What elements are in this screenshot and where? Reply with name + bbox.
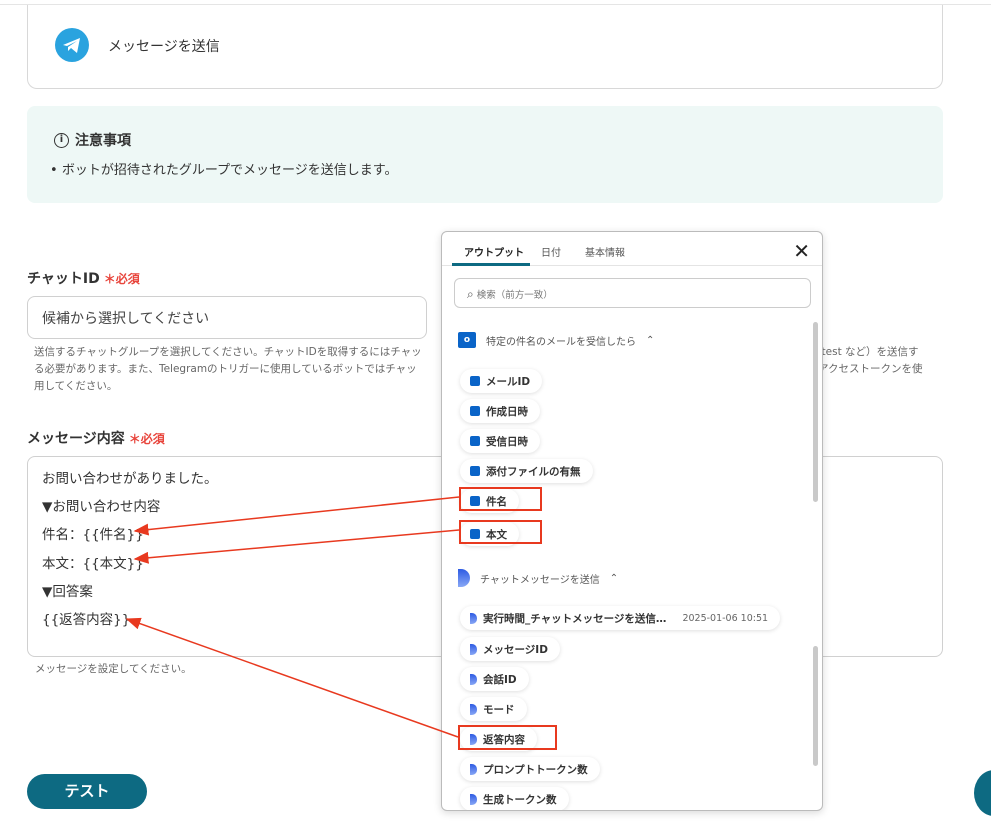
section-title: チャットメッセージを送信 <box>480 574 600 586</box>
chip-value: 2025-01-06 10:51 <box>682 612 769 624</box>
chevron-up-icon: ⌃ <box>609 572 619 584</box>
search-icon: ⌕ <box>467 287 474 301</box>
help-line: アクセストークンを使 <box>818 363 923 375</box>
close-icon[interactable]: ✕ <box>793 239 810 263</box>
output-chip[interactable]: 添付ファイルの有無 <box>460 459 593 483</box>
message-label: メッセージ内容 ＊必須 <box>27 428 165 448</box>
chip-label: 生成トークン数 <box>483 793 557 806</box>
info-icon: i <box>54 132 69 148</box>
output-chip[interactable]: メールID <box>460 369 543 393</box>
test-button[interactable]: テスト <box>27 774 147 809</box>
chip-label: 受信日時 <box>486 435 528 448</box>
outlook-icon <box>470 466 480 476</box>
output-chip[interactable]: 生成トークン数 <box>460 787 569 810</box>
message-label-text: メッセージ内容 <box>27 431 125 447</box>
notice-box <box>27 106 943 203</box>
output-chip[interactable]: 会話ID <box>460 667 529 691</box>
chip-label: モード <box>483 703 515 716</box>
telegram-icon <box>55 28 89 62</box>
required-text: 必須 <box>140 432 165 446</box>
chat-support-button[interactable] <box>974 770 991 816</box>
highlight-box <box>459 520 542 544</box>
chat-id-label-text: チャットID <box>27 271 100 287</box>
tab-output[interactable]: アウトプット <box>464 244 524 259</box>
yoom-ai-icon <box>458 569 470 587</box>
output-chip[interactable]: メッセージID <box>460 637 560 661</box>
chip-label: 実行時間_チャットメッセージを送信… <box>483 612 667 625</box>
yoom-ai-icon <box>470 612 477 624</box>
yoom-ai-icon <box>470 703 477 715</box>
chip-label: メッセージID <box>483 643 548 656</box>
notice-title: i 注意事項 <box>54 130 131 150</box>
chat-id-select[interactable]: 候補から選択してください <box>27 296 427 339</box>
yoom-ai-icon <box>470 763 477 775</box>
required-badge: ＊必須 <box>103 272 140 286</box>
message-help: メッセージを設定してください。 <box>35 663 192 675</box>
highlight-box <box>459 487 542 511</box>
notice-item-text: ボットが招待されたグループでメッセージを送信します。 <box>61 163 398 178</box>
help-line: 送信するチャットグループを選択してください。チャットIDを取得するにはチャッ <box>34 346 422 358</box>
outlook-icon <box>470 376 480 386</box>
scrollbar[interactable] <box>813 646 818 766</box>
chip-label: 添付ファイルの有無 <box>486 465 581 478</box>
panel-tabs: アウトプット 日付 基本情報 ✕ <box>442 232 822 266</box>
outlook-icon <box>470 406 480 416</box>
tab-date[interactable]: 日付 <box>541 244 561 259</box>
section-title: 特定の件名のメールを受信したら <box>486 336 636 348</box>
output-chip[interactable]: 作成日時 <box>460 399 540 423</box>
required-badge: ＊必須 <box>128 432 165 446</box>
output-chip[interactable]: 実行時間_チャットメッセージを送信… 2025-01-06 10:51 <box>460 606 781 630</box>
chevron-up-icon: ⌃ <box>646 334 655 346</box>
notice-item: • ボットが招待されたグループでメッセージを送信します。 <box>50 163 398 178</box>
output-chip[interactable]: 受信日時 <box>460 429 540 453</box>
required-text: 必須 <box>115 272 140 286</box>
output-chip[interactable]: モード <box>460 697 527 721</box>
active-tab-indicator <box>452 263 530 266</box>
search-placeholder: 検索（前方一致） <box>476 290 553 301</box>
tab-basic-info[interactable]: 基本情報 <box>585 244 625 259</box>
chat-id-help: 送信するチャットグループを選択してください。チャットIDを取得するにはチャッ る必… <box>34 344 422 395</box>
chat-id-help-right: /test など）を送信す アクセストークンを使 <box>818 344 922 378</box>
section-header-chat[interactable]: チャットメッセージを送信 ⌃ <box>458 569 618 587</box>
help-line: /test など）を送信す <box>818 346 919 358</box>
chat-id-label: チャットID ＊必須 <box>27 268 140 288</box>
section-header-outlook[interactable]: o 特定の件名のメールを受信したら ⌃ <box>458 332 654 348</box>
yoom-ai-icon <box>470 793 477 805</box>
notice-title-text: 注意事項 <box>75 133 131 149</box>
scrollbar[interactable] <box>813 322 818 502</box>
chip-label: 会話ID <box>483 673 517 686</box>
help-line: る必要があります。また、Telegramのトリガーに使用しているボットではチャッ <box>34 363 417 375</box>
outlook-icon: o <box>458 332 476 348</box>
yoom-ai-icon <box>470 643 477 655</box>
search-input[interactable]: ⌕ 検索（前方一致） <box>454 278 811 308</box>
help-line: 用してください。 <box>34 380 118 392</box>
card-title: メッセージを送信 <box>108 39 220 55</box>
chip-label: メールID <box>486 375 531 388</box>
outlook-icon <box>470 436 480 446</box>
chip-label: プロンプトトークン数 <box>483 763 588 776</box>
yoom-ai-icon <box>470 673 477 685</box>
output-chip[interactable]: プロンプトトークン数 <box>460 757 600 781</box>
chip-label: 作成日時 <box>486 405 528 418</box>
highlight-box <box>458 725 557 750</box>
